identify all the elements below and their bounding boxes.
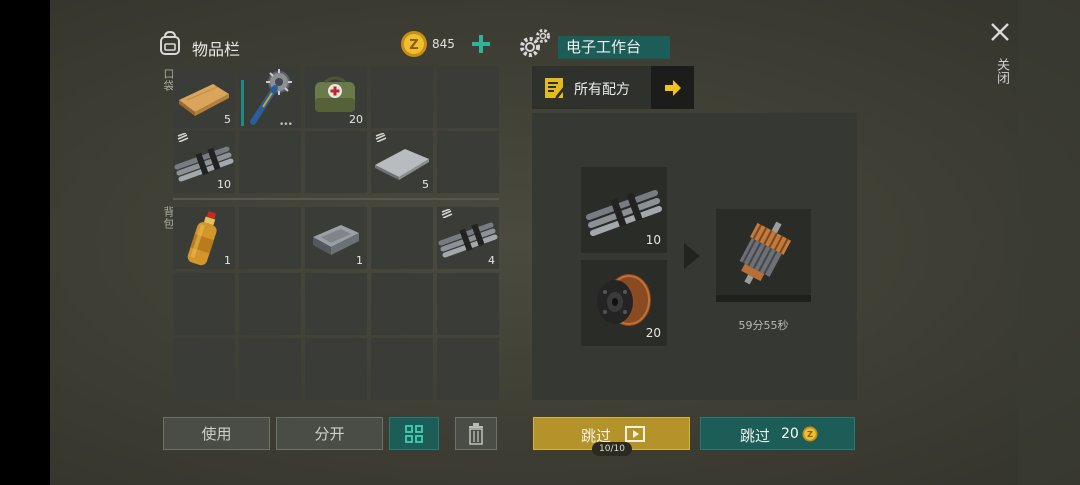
ingredient-count: 10 — [645, 233, 661, 247]
ad-uses-badge: 10/10 — [592, 442, 632, 456]
side-panel — [1018, 0, 1080, 485]
item-count: 5 — [422, 178, 429, 191]
ingredient-slot[interactable]: 10 — [581, 167, 667, 253]
video-play-icon — [625, 426, 645, 442]
inventory-slot[interactable] — [371, 338, 433, 400]
item-count: 20 — [349, 113, 363, 126]
workbench-title: 电子工作台 — [558, 36, 670, 59]
ingredient-slot[interactable]: 20 — [581, 260, 667, 346]
recipe-book-icon — [545, 78, 566, 99]
inventory-slot[interactable] — [371, 207, 433, 269]
trash-icon — [469, 422, 483, 445]
game-screen: 物品栏 Z 845 口袋 背包 5 ••• 20 10 5 1 1 4 使用 分… — [50, 0, 1080, 485]
recipes-tab-label: 所有配方 — [574, 82, 630, 98]
recipes-tab[interactable]: 所有配方 — [532, 66, 651, 109]
stack-level-icon — [441, 209, 453, 218]
inventory-title: 物品栏 — [192, 40, 241, 59]
inventory-slot[interactable] — [305, 131, 367, 193]
inventory-slot[interactable]: ••• — [239, 66, 301, 130]
output-slot[interactable] — [716, 209, 811, 302]
stack-level-icon — [375, 133, 387, 142]
arrow-right-icon — [665, 80, 681, 96]
coin-count: 845 — [432, 37, 455, 51]
inventory-slot[interactable] — [371, 273, 433, 335]
plus-icon — [472, 35, 490, 53]
delete-button[interactable] — [455, 417, 497, 450]
inventory-slot[interactable] — [437, 131, 499, 193]
skip-coin-button[interactable]: 跳过 20 Z — [700, 417, 855, 450]
spiked-club-icon — [250, 69, 292, 125]
section-divider — [173, 198, 499, 200]
skip-coin-cost: 20 — [781, 426, 799, 442]
craft-progress-bar — [716, 295, 811, 302]
inventory-slot[interactable] — [437, 66, 499, 128]
recipes-arrow-button[interactable] — [651, 66, 694, 109]
inventory-slot[interactable] — [305, 273, 367, 335]
inventory-slot[interactable] — [437, 338, 499, 400]
inventory-slot[interactable]: 5 — [371, 131, 433, 193]
coin-icon: Z — [400, 30, 428, 58]
inventory-slot[interactable]: 5 — [173, 66, 235, 128]
inventory-slot[interactable]: 1 — [305, 207, 367, 269]
inventory-slot[interactable] — [305, 338, 367, 400]
add-coins-button[interactable] — [470, 33, 492, 55]
grid-icon — [405, 424, 423, 443]
coin-icon: Z — [802, 426, 818, 442]
close-label: 关闭 — [994, 58, 1009, 84]
use-button[interactable]: 使用 — [163, 417, 270, 450]
inventory-slot[interactable]: 20 — [305, 66, 367, 128]
inventory-slot[interactable] — [173, 338, 235, 400]
backpack-icon — [158, 30, 182, 56]
ingredient-count: 20 — [645, 326, 661, 340]
copper-wire-spool-icon — [597, 274, 651, 326]
inventory-slot[interactable]: 10 — [173, 131, 235, 193]
inventory-slot[interactable] — [239, 131, 301, 193]
inventory-slot[interactable] — [239, 273, 301, 335]
item-count: 4 — [488, 254, 495, 267]
sort-grid-button[interactable] — [389, 417, 439, 450]
close-icon — [991, 23, 1009, 41]
inventory-slot[interactable] — [239, 207, 301, 269]
stack-level-icon — [177, 133, 189, 142]
inventory-slot[interactable]: 1 — [173, 207, 235, 269]
craft-timer: 59分55秒 — [738, 319, 789, 332]
svg-text:Z: Z — [409, 38, 418, 53]
inventory-slot[interactable] — [437, 273, 499, 335]
close-button[interactable]: 关闭 — [985, 18, 1015, 98]
durability-bar — [241, 80, 244, 126]
split-button[interactable]: 分开 — [276, 417, 383, 450]
inventory-slot[interactable] — [239, 338, 301, 400]
craft-arrow-icon — [684, 243, 700, 269]
more-dots-icon: ••• — [279, 120, 293, 130]
crafting-panel: 10 20 59分55秒 — [532, 113, 857, 400]
item-count: 1 — [224, 254, 231, 267]
skip-coin-label: 跳过 — [740, 427, 771, 445]
gear-icon — [518, 28, 552, 60]
inventory-slot[interactable]: 4 — [437, 207, 499, 269]
electric-motor-rotor-icon — [739, 221, 792, 285]
item-count: 1 — [356, 254, 363, 267]
inventory-slot[interactable] — [173, 273, 235, 335]
item-count: 5 — [224, 113, 231, 126]
item-count: 10 — [217, 178, 231, 191]
svg-text:Z: Z — [807, 430, 813, 439]
inventory-slot[interactable] — [371, 66, 433, 128]
